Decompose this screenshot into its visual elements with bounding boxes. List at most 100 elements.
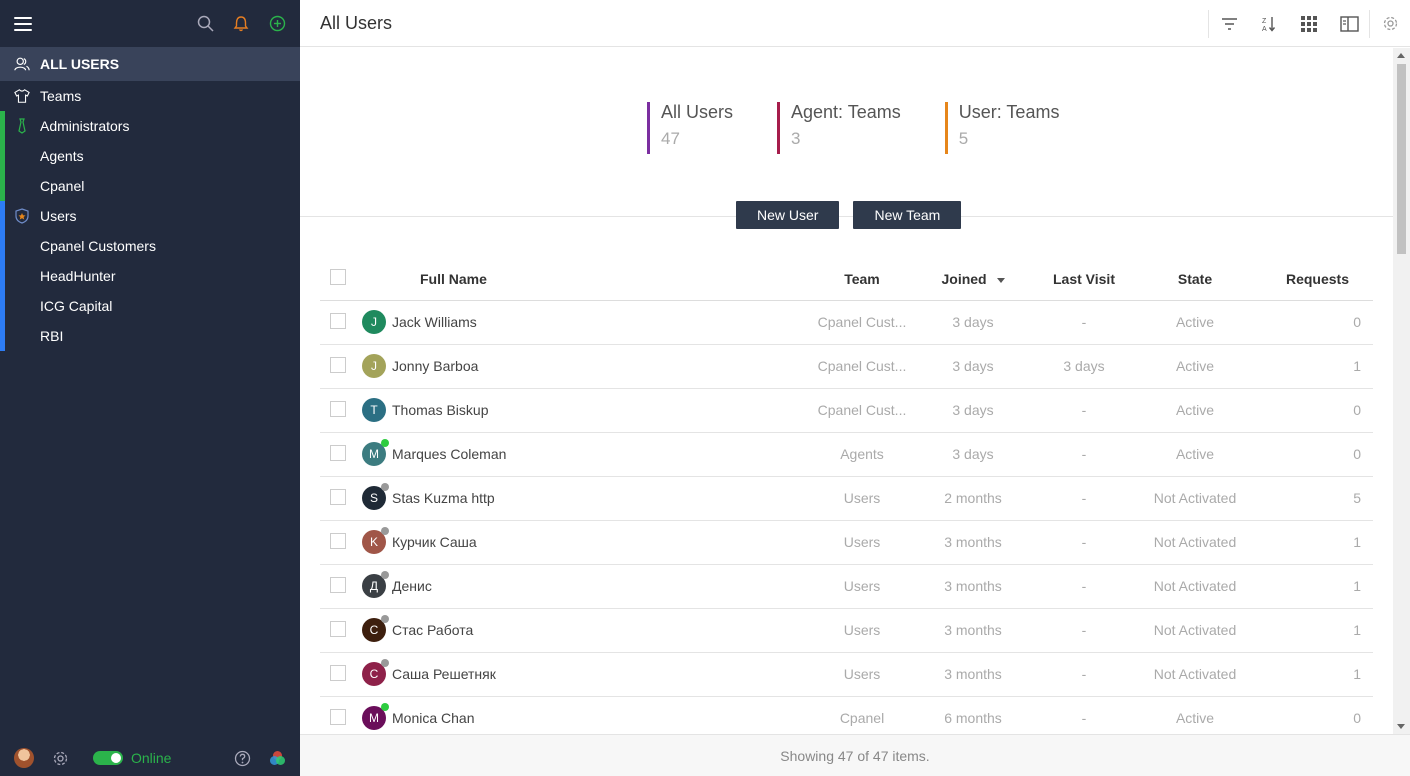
column-header-full-name[interactable]: Full Name — [356, 258, 810, 301]
row-select-cell — [320, 344, 356, 389]
avatar[interactable]: M — [362, 439, 389, 466]
user-name[interactable]: Jonny Barboa — [392, 344, 810, 389]
vertical-scrollbar[interactable] — [1393, 48, 1410, 734]
search-icon[interactable] — [196, 15, 214, 33]
stat-value: 3 — [791, 129, 801, 148]
scrollbar-thumb[interactable] — [1397, 64, 1406, 254]
table-row[interactable]: T Thomas Biskup Cpanel Cust... 3 days - Activ… — [320, 388, 1373, 433]
user-name[interactable]: Stas Kuzma http — [392, 476, 810, 521]
sidebar-item-administrators[interactable]: Administrators — [0, 111, 300, 141]
user-requests: 1 — [1254, 608, 1373, 653]
column-header-state[interactable]: State — [1136, 258, 1254, 301]
table-row[interactable]: S Stas Kuzma http Users 2 months - Not Activa… — [320, 476, 1373, 521]
column-header-last-visit[interactable]: Last Visit — [1032, 258, 1136, 301]
row-checkbox[interactable] — [330, 488, 346, 505]
avatar[interactable]: C — [362, 659, 389, 686]
sidebar-footer: Online — [0, 740, 300, 776]
user-name[interactable]: Monica Chan — [392, 696, 810, 734]
stat-all-users[interactable]: All Users 47 — [647, 102, 733, 154]
table-row[interactable]: M Monica Chan Cpanel 6 months - Active 0 — [320, 696, 1373, 734]
user-name[interactable]: Marques Coleman — [392, 432, 810, 477]
sidebar-item-cpanel[interactable]: Cpanel — [0, 171, 300, 201]
user-last-visit: - — [1032, 432, 1136, 477]
row-checkbox[interactable] — [330, 444, 346, 461]
avatar[interactable]: Д — [362, 571, 389, 598]
avatar[interactable]: M — [362, 703, 389, 730]
row-checkbox[interactable] — [330, 620, 346, 637]
user-name[interactable]: Стас Работа — [392, 608, 810, 653]
row-checkbox[interactable] — [330, 532, 346, 549]
scroll-down-icon[interactable] — [1397, 724, 1405, 729]
row-select-cell — [320, 432, 356, 477]
user-name[interactable]: Thomas Biskup — [392, 388, 810, 433]
tie-icon — [14, 118, 30, 134]
user-last-visit: - — [1032, 564, 1136, 609]
user-name[interactable]: Денис — [392, 564, 810, 609]
row-checkbox[interactable] — [330, 312, 346, 329]
help-icon[interactable] — [234, 750, 251, 767]
column-header-team[interactable]: Team — [810, 258, 914, 301]
sidebar-item-rbi[interactable]: RBI — [0, 321, 300, 351]
sidebar-item-all-users[interactable]: ALL USERS — [0, 47, 300, 81]
table-row[interactable]: J Jonny Barboa Cpanel Cust... 3 days 3 days A… — [320, 344, 1373, 389]
avatar[interactable]: J — [362, 354, 386, 378]
row-checkbox[interactable] — [330, 664, 346, 681]
settings-gear-icon[interactable] — [1370, 0, 1410, 47]
row-checkbox[interactable] — [330, 708, 346, 725]
column-header-requests[interactable]: Requests — [1254, 258, 1373, 301]
presence-dot — [381, 703, 389, 711]
avatar-initial: J — [371, 359, 377, 373]
avatar[interactable]: K — [362, 527, 389, 554]
avatar[interactable] — [14, 748, 34, 768]
online-toggle[interactable] — [93, 751, 123, 765]
new-team-button[interactable]: New Team — [853, 201, 962, 229]
table-row[interactable]: C Саша Решетняк Users 3 months - Not Activate… — [320, 652, 1373, 697]
toolbar: ZA — [1208, 0, 1410, 47]
row-select-cell — [320, 652, 356, 697]
bell-icon[interactable] — [232, 15, 250, 33]
sidebar-item-agents[interactable]: Agents — [0, 141, 300, 171]
user-name[interactable]: Саша Решетняк — [392, 652, 810, 697]
avatar-initial: C — [369, 667, 379, 681]
add-circle-icon[interactable] — [268, 15, 286, 33]
avatar[interactable]: J — [362, 310, 386, 334]
avatar[interactable]: C — [362, 615, 389, 642]
user-name[interactable]: Курчик Саша — [392, 520, 810, 565]
sort-icon[interactable]: ZA — [1249, 0, 1289, 47]
user-team: Users — [810, 652, 914, 697]
user-name[interactable]: Jack Williams — [392, 300, 810, 345]
stat-agent-teams[interactable]: Agent: Teams 3 — [777, 102, 901, 154]
avatar[interactable]: S — [362, 483, 389, 510]
user-requests: 5 — [1254, 476, 1373, 521]
table-row[interactable]: Д Денис Users 3 months - Not Activated 1 — [320, 564, 1373, 609]
user-state: Active — [1136, 696, 1254, 734]
scroll-up-icon[interactable] — [1397, 53, 1405, 58]
user-team: Users — [810, 564, 914, 609]
stat-user-teams[interactable]: User: Teams 5 — [944, 102, 1059, 154]
sidebar-item-cpanel-customers[interactable]: Cpanel Customers — [0, 231, 300, 261]
user-team: Cpanel — [810, 696, 914, 734]
hamburger-menu-icon[interactable] — [14, 16, 32, 31]
row-checkbox[interactable] — [330, 400, 346, 417]
gear-icon[interactable] — [52, 750, 69, 767]
row-checkbox[interactable] — [330, 356, 346, 373]
split-view-icon[interactable] — [1329, 0, 1369, 47]
app-logo-icon[interactable] — [269, 750, 286, 767]
select-all-checkbox[interactable] — [330, 269, 346, 286]
row-select-cell — [320, 476, 356, 521]
sidebar-item-teams[interactable]: Teams — [0, 81, 300, 111]
column-header-joined[interactable]: Joined — [914, 258, 1032, 301]
table-row[interactable]: C Стас Работа Users 3 months - Not Activated 1 — [320, 608, 1373, 653]
grid-view-icon[interactable] — [1289, 0, 1329, 47]
sidebar-item-icg-capital[interactable]: ICG Capital — [0, 291, 300, 321]
row-checkbox[interactable] — [330, 576, 346, 593]
sidebar-item-headhunter[interactable]: HeadHunter — [0, 261, 300, 291]
table-row[interactable]: J Jack Williams Cpanel Cust... 3 days - Activ… — [320, 300, 1373, 345]
avatar[interactable]: T — [362, 398, 386, 422]
table-row[interactable]: K Курчик Саша Users 3 months - Not Activated 1 — [320, 520, 1373, 565]
new-user-button[interactable]: New User — [736, 201, 840, 229]
select-all-cell — [320, 258, 356, 301]
sidebar-item-users[interactable]: Users — [0, 201, 300, 231]
table-row[interactable]: M Marques Coleman Agents 3 days - Active 0 — [320, 432, 1373, 477]
filter-icon[interactable] — [1209, 0, 1249, 47]
